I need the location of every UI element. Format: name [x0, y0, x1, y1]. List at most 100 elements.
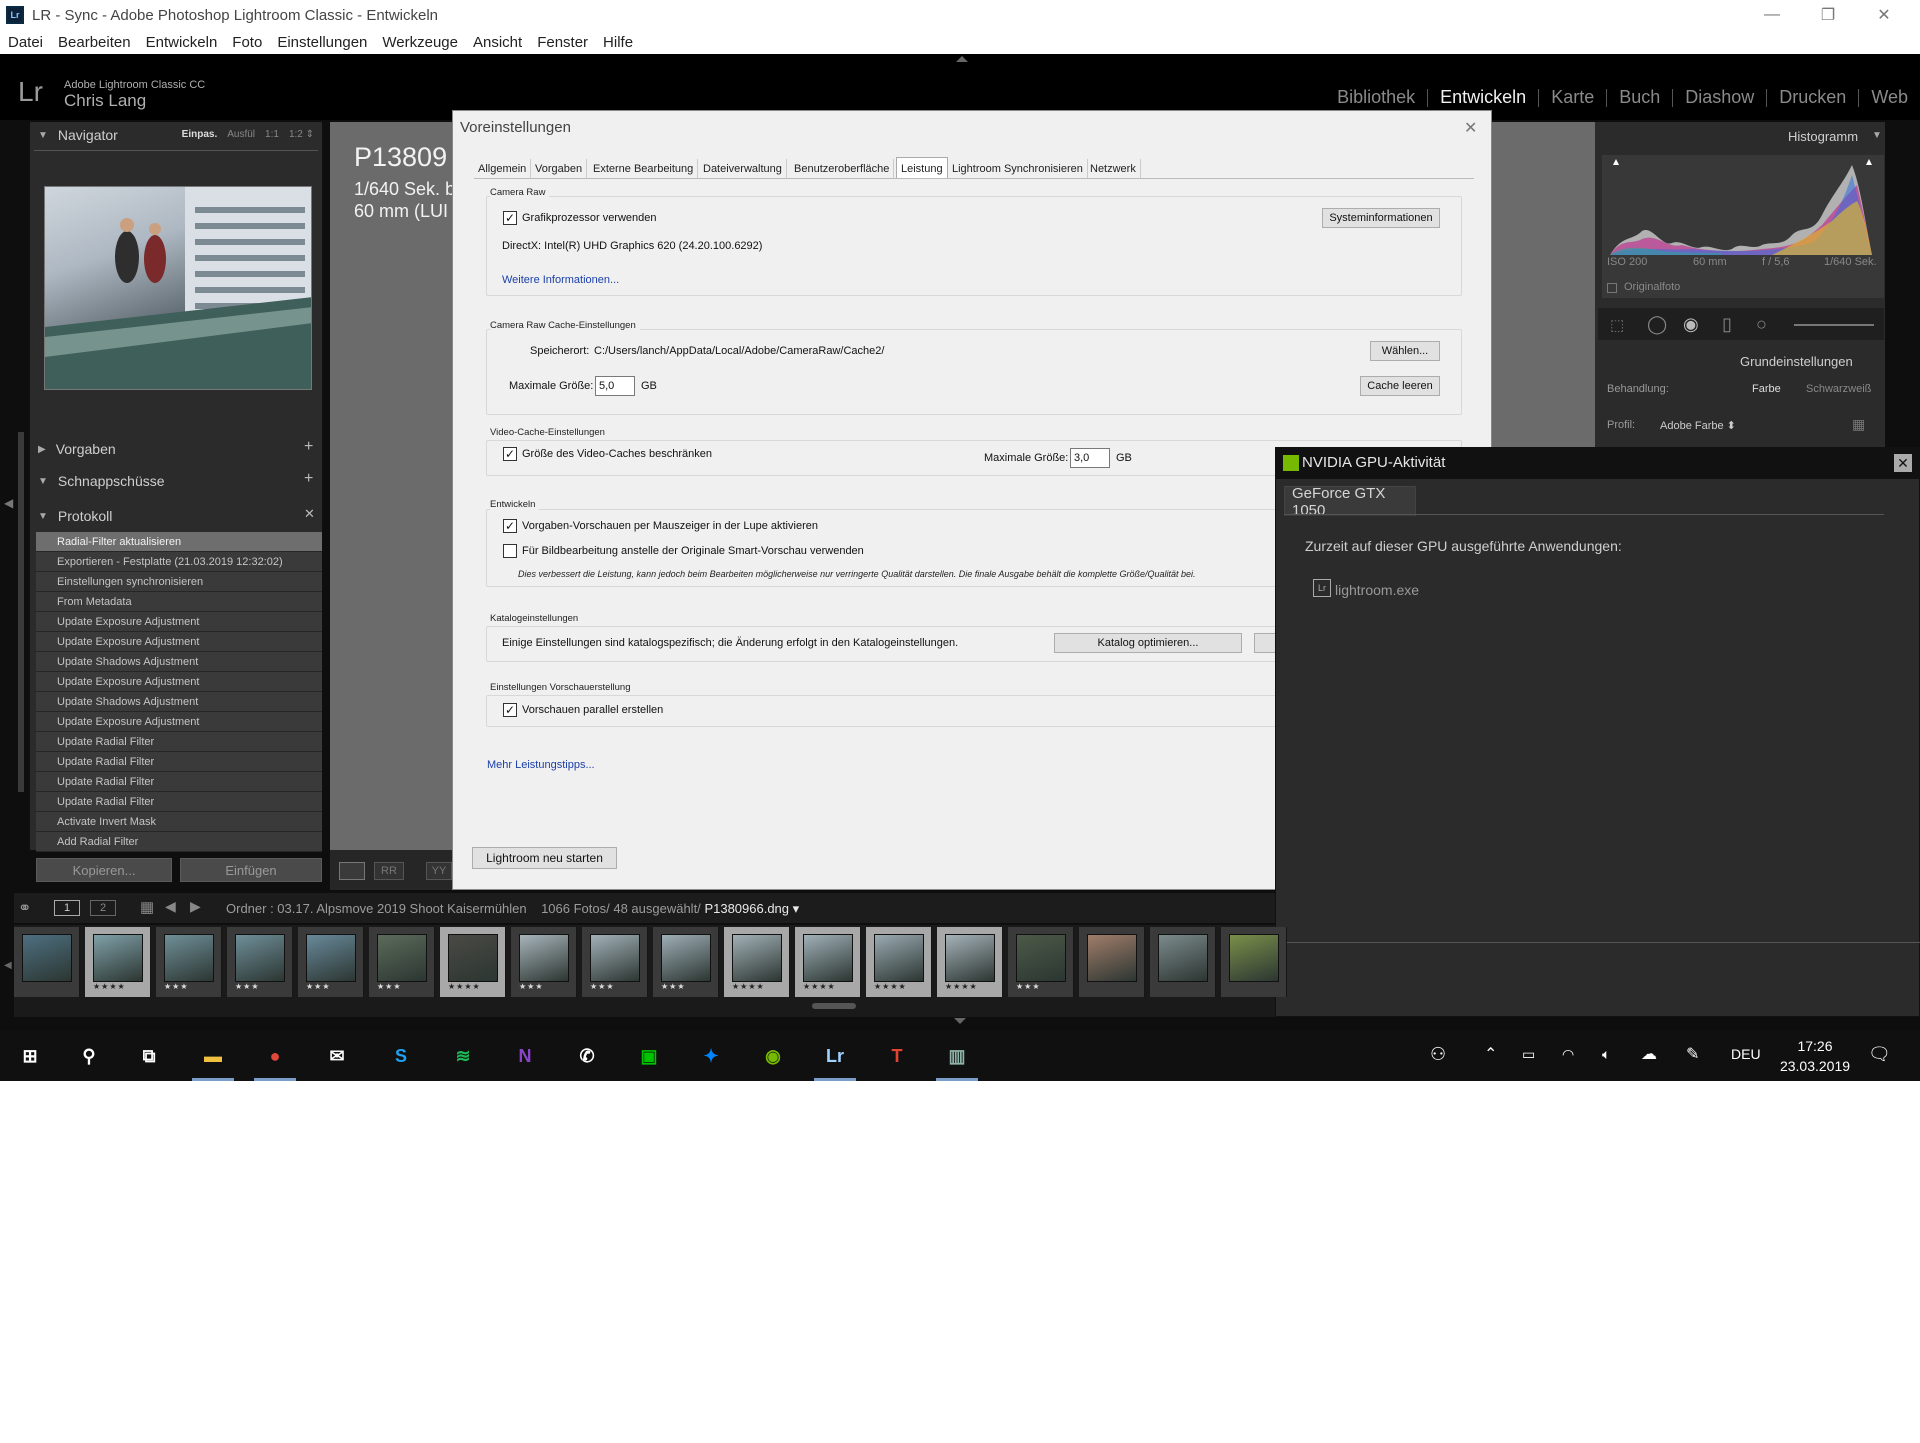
filmstrip-thumbnail[interactable]: [732, 934, 782, 982]
more-tips-link[interactable]: Mehr Leistungstipps...: [487, 759, 595, 771]
filmstrip-thumbnail[interactable]: [377, 934, 427, 982]
filmstrip-left-icon[interactable]: ◀: [4, 960, 12, 971]
pen-icon[interactable]: ✎: [1686, 1044, 1699, 1064]
view-2-button[interactable]: 2: [90, 900, 116, 916]
radial-filter-icon[interactable]: ○: [1756, 314, 1767, 335]
rating-stars[interactable]: ★★★★: [93, 982, 126, 991]
add-snapshot-icon[interactable]: +: [304, 470, 313, 488]
filmstrip-thumbnail[interactable]: [448, 934, 498, 982]
taskbar-start-icon[interactable]: ⊞: [13, 1039, 47, 1073]
tab-vorgaben[interactable]: Vorgaben: [531, 159, 588, 179]
history-item[interactable]: Update Radial Filter: [36, 772, 322, 792]
filmstrip-thumbnail[interactable]: [1016, 934, 1066, 982]
filmstrip-thumbnail[interactable]: [235, 934, 285, 982]
gpu-checkbox[interactable]: ✓: [503, 211, 517, 225]
history-item[interactable]: Update Exposure Adjustment: [36, 632, 322, 652]
tab-dateiverwaltung[interactable]: Dateiverwaltung: [699, 159, 787, 179]
filmstrip-thumbnail[interactable]: [1229, 934, 1279, 982]
navigator-preview-image[interactable]: [44, 186, 312, 390]
grid-icon[interactable]: ▦: [140, 898, 154, 916]
volume-icon[interactable]: 🔈︎: [1602, 1046, 1610, 1063]
filmstrip-thumbnail[interactable]: [874, 934, 924, 982]
purge-cache-button[interactable]: Cache leeren: [1360, 376, 1440, 396]
chevron-up-icon[interactable]: ⌃: [1484, 1044, 1497, 1064]
filmstrip-thumbnail[interactable]: [164, 934, 214, 982]
tab-externe-bearbeitung[interactable]: Externe Bearbeitung: [589, 159, 699, 179]
close-window-button[interactable]: ✕: [1856, 0, 1912, 30]
zoom-1-2[interactable]: 1:2 ⇕: [289, 129, 314, 140]
rating-stars[interactable]: ★★★★: [874, 982, 907, 991]
secondary-display-icon[interactable]: ⚭: [18, 898, 31, 918]
red-eye-icon[interactable]: ◉: [1683, 314, 1699, 335]
paste-button[interactable]: Einfügen: [180, 858, 322, 882]
battery-icon[interactable]: ▭: [1522, 1046, 1535, 1063]
presets-header[interactable]: ▶ Vorgaben: [30, 436, 322, 462]
menu-bearbeiten[interactable]: Bearbeiten: [58, 34, 131, 51]
history-item[interactable]: Update Exposure Adjustment: [36, 612, 322, 632]
collapse-triangle-icon[interactable]: ▼: [1872, 130, 1882, 141]
brush-slider[interactable]: [1794, 324, 1874, 326]
original-photo-checkbox[interactable]: [1607, 283, 1617, 293]
basic-panel-title[interactable]: Grundeinstellungen: [1740, 354, 1853, 369]
restart-lightroom-button[interactable]: Lightroom neu starten: [472, 847, 617, 869]
language-indicator[interactable]: DEU: [1731, 1046, 1761, 1062]
graduated-filter-icon[interactable]: ▯: [1722, 314, 1732, 335]
rating-stars[interactable]: ★★★: [661, 982, 686, 991]
tab-lightroom-synchronisieren[interactable]: Lightroom Synchronisieren: [948, 159, 1088, 179]
module-web[interactable]: Web: [1859, 87, 1920, 108]
tab-netzwerk[interactable]: Netzwerk: [1086, 159, 1141, 179]
filmstrip-thumbnail[interactable]: [1158, 934, 1208, 982]
taskbar-explorer-icon[interactable]: ▬: [196, 1039, 230, 1073]
menu-werkzeuge[interactable]: Werkzeuge: [382, 34, 458, 51]
tab-allgemein[interactable]: Allgemein: [474, 159, 532, 179]
navigator-header[interactable]: ▼ Navigator Einpas. Ausfül 1:1 1:2 ⇕: [30, 122, 322, 148]
video-cache-max-input[interactable]: 3,0: [1070, 448, 1110, 468]
system-info-button[interactable]: Systeminformationen: [1322, 208, 1440, 228]
filmstrip-thumbnail[interactable]: [803, 934, 853, 982]
rating-stars[interactable]: ★★★: [519, 982, 544, 991]
copy-button[interactable]: Kopieren...: [36, 858, 172, 882]
view-1-button[interactable]: 1: [54, 900, 80, 916]
filmstrip-thumbnail[interactable]: [519, 934, 569, 982]
history-item[interactable]: Radial-Filter aktualisieren: [36, 532, 322, 552]
menu-ansicht[interactable]: Ansicht: [473, 34, 522, 51]
history-header[interactable]: ▼ Protokoll: [30, 503, 322, 529]
before-after-icon[interactable]: RR: [374, 862, 404, 880]
dialog-close-icon[interactable]: ✕: [1464, 118, 1477, 138]
taskbar-nvidia-icon[interactable]: ◉: [756, 1039, 790, 1073]
filmstrip-scrollbar[interactable]: [812, 1003, 856, 1009]
cache-max-input[interactable]: 5,0: [595, 376, 635, 396]
menu-datei[interactable]: Datei: [8, 34, 43, 51]
taskbar-messenger-icon[interactable]: ✦: [694, 1039, 728, 1073]
history-item[interactable]: Update Shadows Adjustment: [36, 692, 322, 712]
cloud-upload-icon[interactable]: ☁: [1641, 1044, 1657, 1064]
snapshots-header[interactable]: ▼ Schnappschüsse: [30, 468, 322, 494]
zoom-1-1[interactable]: 1:1: [265, 129, 279, 140]
menu-hilfe[interactable]: Hilfe: [603, 34, 633, 51]
module-bibliothek[interactable]: Bibliothek: [1325, 87, 1427, 108]
action-center-icon[interactable]: 🗨︎: [1868, 1044, 1891, 1065]
history-item[interactable]: Update Exposure Adjustment: [36, 672, 322, 692]
rating-stars[interactable]: ★★★: [377, 982, 402, 991]
back-arrow-icon[interactable]: ◀: [165, 898, 176, 915]
treatment-bw[interactable]: Schwarzweiß: [1806, 383, 1871, 395]
menu-einstellungen[interactable]: Einstellungen: [277, 34, 367, 51]
module-karte[interactable]: Karte: [1539, 87, 1606, 108]
people-icon[interactable]: ⚇: [1430, 1044, 1446, 1065]
taskbar-skype-icon[interactable]: S: [384, 1039, 418, 1073]
minimize-button[interactable]: —: [1744, 0, 1800, 30]
history-item[interactable]: From Metadata: [36, 592, 322, 612]
history-item[interactable]: Update Radial Filter: [36, 792, 322, 812]
filmstrip-thumbnail[interactable]: [1087, 934, 1137, 982]
video-cache-limit-checkbox[interactable]: ✓: [503, 447, 517, 461]
module-diashow[interactable]: Diashow: [1673, 87, 1766, 108]
taskbar-line-icon[interactable]: ▣: [632, 1039, 666, 1073]
taskbar-whatsapp-icon[interactable]: ✆: [570, 1039, 604, 1073]
filmstrip-thumbnail[interactable]: [306, 934, 356, 982]
taskbar-spotify-icon[interactable]: ≋: [446, 1039, 480, 1073]
history-item[interactable]: Add Radial Filter: [36, 832, 322, 852]
rating-stars[interactable]: ★★★: [306, 982, 331, 991]
taskbar-taskview-icon[interactable]: ⧉: [132, 1039, 166, 1073]
profile-select[interactable]: Adobe Farbe ⬍: [1660, 419, 1736, 432]
zoom-fit[interactable]: Einpas.: [182, 129, 218, 140]
